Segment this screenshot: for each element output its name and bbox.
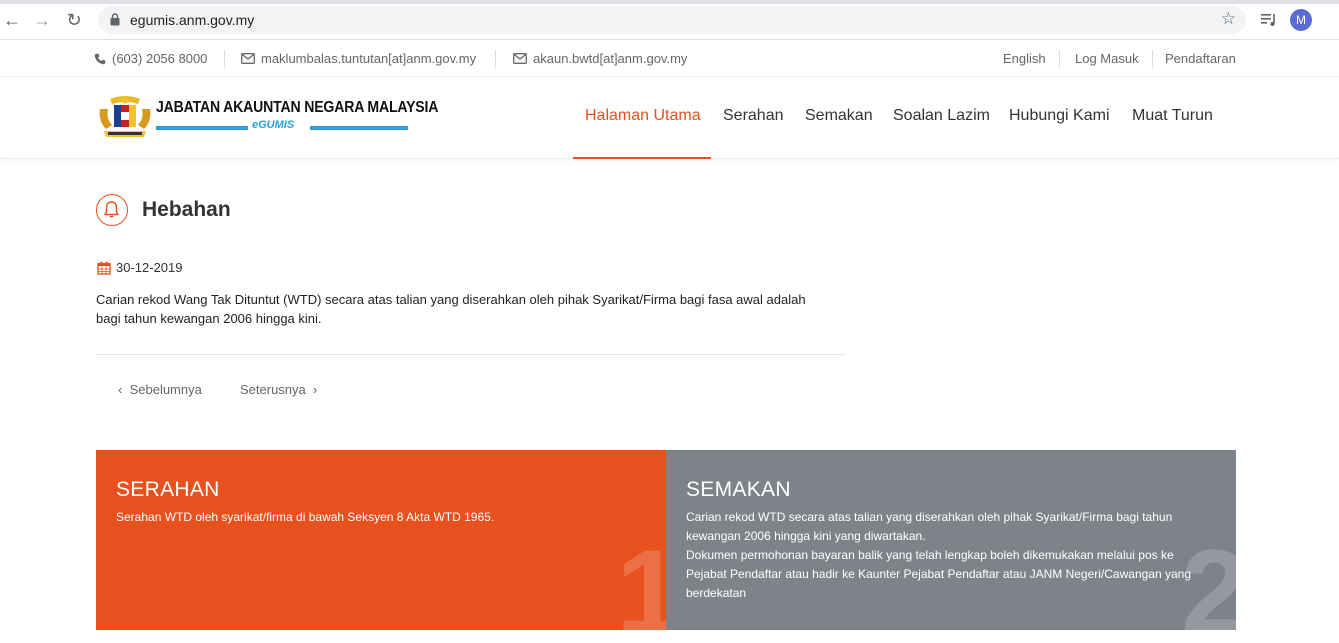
site-header: JABATAN AKAUNTAN NEGARA MALAYSIA eGUMIS … [0,77,1339,159]
panel-number: 2 [1181,525,1236,630]
bell-icon [96,194,128,226]
chevron-right-icon: › [313,382,318,397]
announcement-line-1: Carian rekod Wang Tak Dituntut (WTD) sec… [96,292,806,307]
site-logo[interactable]: JABATAN AKAUNTAN NEGARA MALAYSIA eGUMIS [96,95,438,143]
panel-title: SERAHAN [116,478,220,501]
phone-contact: (603) 2056 8000 [94,51,207,66]
chevron-left-icon: ‹ [118,382,123,397]
announcement-text: Carian rekod Wang Tak Dituntut (WTD) sec… [96,290,846,328]
panel-number: 1 [616,525,666,630]
nav-halaman-utama[interactable]: Halaman Utama [585,107,701,125]
semakan-panel[interactable]: SEMAKAN Carian rekod WTD secara atas tal… [666,450,1236,630]
panel-description: Serahan WTD oleh syarikat/firma di bawah… [116,510,495,524]
next-label: Seterusnya [240,382,306,397]
bookmark-star-icon[interactable]: ☆ [1221,9,1236,29]
panel-description-1: Carian rekod WTD secara atas talian yang… [686,510,1173,543]
address-bar[interactable]: egumis.anm.gov.my ☆ [98,6,1246,34]
brand-line-right [310,126,408,130]
email-1: maklumbalas.tuntutan[at]anm.gov.my [261,51,477,66]
content-divider [96,354,846,355]
nav-semakan[interactable]: Semakan [805,107,873,125]
login-link[interactable]: Log Masuk [1075,51,1139,66]
phone-icon [94,53,106,64]
calendar-icon [97,261,111,275]
brand-line-left [156,126,248,130]
email-contact-2[interactable]: akaun.bwtd[at]anm.gov.my [513,51,687,66]
next-button[interactable]: Seterusnya › [240,382,317,397]
section-title: Hebahan [142,198,231,221]
contact-bar: (603) 2056 8000 maklumbalas.tuntutan[at]… [0,40,1339,77]
brand-name: eGUMIS [252,119,295,131]
nav-serahan[interactable]: Serahan [723,107,784,125]
serahan-panel[interactable]: SERAHAN Serahan WTD oleh syarikat/firma … [96,450,666,630]
nav-hubungi-kami[interactable]: Hubungi Kami [1009,107,1110,125]
coat-of-arms-icon [99,96,151,137]
back-icon[interactable]: ← [2,10,22,30]
panel-description-2: Dokumen permohonan bayaran balik yang te… [686,548,1191,600]
panel-description: Carian rekod WTD secara atas talian yang… [686,508,1216,603]
lock-icon [110,13,120,26]
reload-icon[interactable]: ↻ [64,10,84,30]
divider [1059,50,1060,68]
announcement-line-2: bagi tahun kewangan 2006 hingga kini. [96,311,322,326]
envelope-icon [513,53,527,64]
org-name: JABATAN AKAUNTAN NEGARA MALAYSIA [156,99,439,116]
forward-icon[interactable]: → [32,10,52,30]
url-text: egumis.anm.gov.my [130,12,255,28]
date-text: 30-12-2019 [116,260,183,275]
divider [1152,50,1153,68]
envelope-icon [241,53,255,64]
divider [224,50,225,68]
announcement-date: 30-12-2019 [97,260,183,275]
email-2: akaun.bwtd[at]anm.gov.my [533,51,688,66]
phone-number: (603) 2056 8000 [112,51,208,66]
email-contact-1[interactable]: maklumbalas.tuntutan[at]anm.gov.my [241,51,476,66]
profile-avatar[interactable]: M [1290,9,1312,31]
nav-muat-turun[interactable]: Muat Turun [1132,107,1213,125]
divider [495,50,496,68]
media-control-icon[interactable] [1260,11,1278,29]
prev-button[interactable]: ‹ Sebelumnya [118,382,202,397]
nav-soalan-lazim[interactable]: Soalan Lazim [893,107,990,125]
panel-title: SEMAKAN [686,478,791,501]
tab-strip [0,0,1339,4]
language-english-link[interactable]: English [1003,51,1046,66]
browser-toolbar: ← → ↻ egumis.anm.gov.my ☆ M [0,0,1339,40]
register-link[interactable]: Pendaftaran [1165,51,1236,66]
prev-label: Sebelumnya [129,382,202,397]
